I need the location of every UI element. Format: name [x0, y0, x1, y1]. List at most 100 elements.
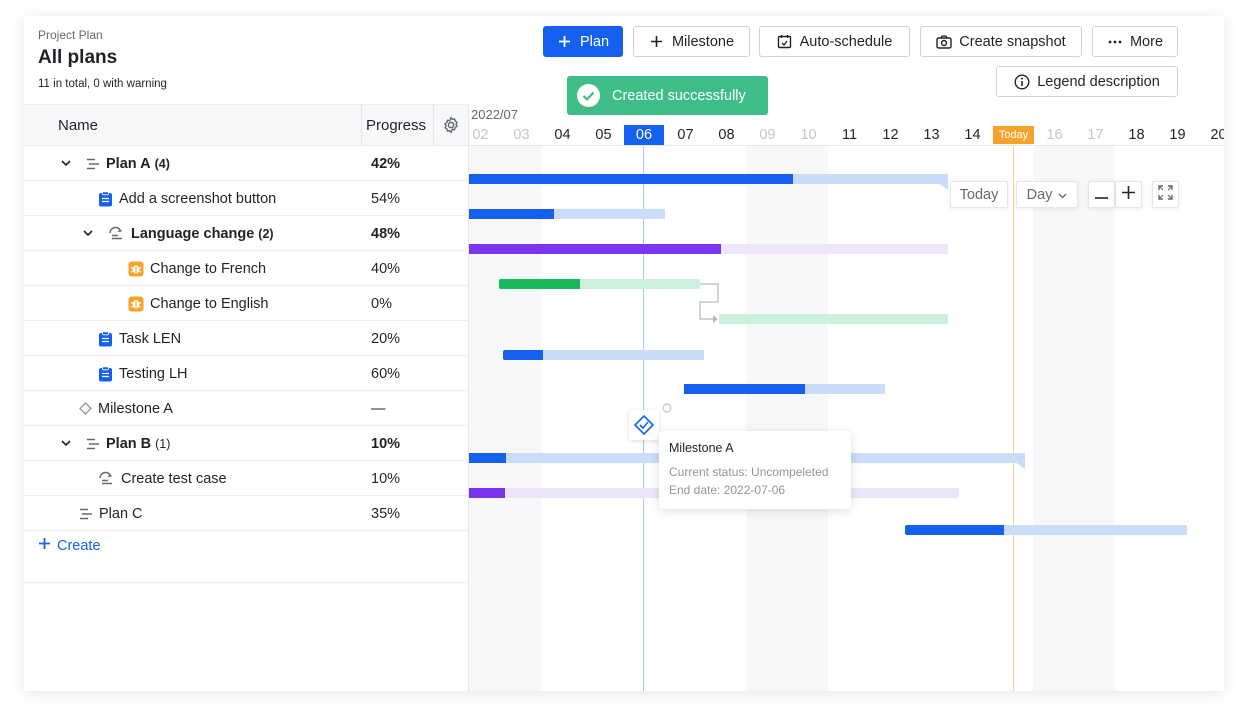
row-name-cell[interactable]: Change to French [128, 251, 266, 286]
gear-icon[interactable] [442, 116, 460, 134]
gantt-bar-language-remaining[interactable] [721, 244, 948, 254]
bug-icon [128, 261, 144, 277]
gantt-bar-french-remaining[interactable] [580, 279, 700, 289]
table-row[interactable]: Language change (2) 48% [24, 216, 469, 251]
gantt-bar-plan-a-remaining[interactable] [793, 174, 948, 184]
fullscreen-button[interactable] [1152, 181, 1179, 208]
row-name-cell[interactable]: Language change (2) [82, 216, 274, 251]
gantt-bar-plan-a-done[interactable] [469, 174, 793, 184]
table-row[interactable]: Change to English 0% [24, 286, 469, 321]
row-name-cell[interactable]: Plan B (1) [60, 426, 170, 461]
milestone-marker[interactable] [629, 410, 659, 440]
row-progress: 20% [371, 330, 401, 347]
gantt-bar-plan-c-done[interactable] [905, 525, 1004, 535]
today-line [1013, 146, 1014, 691]
tooltip-end-date: End date: 2022-07-06 [669, 483, 786, 497]
day-label: 11 [841, 127, 858, 143]
gantt-bar-language-done[interactable] [469, 244, 721, 254]
day-label: 05 [595, 127, 612, 143]
day-label: 12 [882, 127, 899, 143]
table-row[interactable]: Plan A (4) 42% [24, 146, 469, 181]
row-progress: 35% [371, 505, 401, 522]
gantt-bar-plan-b-done[interactable] [469, 453, 506, 463]
gantt-bar-test-case-done[interactable] [469, 488, 505, 498]
table-row[interactable]: Testing LH 60% [24, 356, 469, 391]
plans-summary: 11 in total, 0 with warning [38, 78, 167, 90]
chevron-down-icon[interactable] [60, 158, 72, 170]
row-progress: — [371, 400, 386, 417]
expand-icon [1158, 185, 1173, 204]
camera-icon [936, 34, 952, 50]
row-name: Testing LH [119, 365, 188, 382]
day-label: 02 [472, 127, 489, 143]
time-scale-select[interactable]: Day [1016, 181, 1078, 208]
plan-icon [86, 158, 100, 170]
add-plan-label: Plan [579, 33, 610, 50]
add-milestone-button[interactable]: Milestone [633, 26, 750, 57]
table-row[interactable]: Task LEN 20% [24, 321, 469, 356]
summary-bracket-plan-a [938, 183, 948, 190]
table-row[interactable]: Create test case 10% [24, 461, 469, 496]
column-header-name[interactable]: Name [58, 117, 98, 134]
zoom-in-button[interactable] [1115, 181, 1142, 208]
row-name: Add a screenshot button [119, 190, 277, 207]
chevron-down-icon[interactable] [82, 228, 94, 240]
table-row[interactable]: Plan B (1) 10% [24, 426, 469, 461]
column-header-progress[interactable]: Progress [366, 117, 426, 134]
gantt-bar-screenshot-done[interactable] [469, 209, 554, 219]
row-name-cell[interactable]: Testing LH [98, 356, 188, 391]
gantt-bar-plan-c-remaining[interactable] [1004, 525, 1187, 535]
day-label: 14 [964, 127, 981, 143]
check-circle-icon [577, 84, 600, 107]
gantt-bar-testing-lh-remaining[interactable] [805, 384, 885, 394]
toast-message: Created successfully [612, 87, 746, 104]
plan-icon [86, 438, 100, 450]
page-title: All plans [38, 47, 118, 68]
legend-description-button[interactable]: Legend description [996, 66, 1178, 97]
chevron-down-icon [1058, 187, 1067, 203]
column-divider[interactable] [361, 104, 362, 146]
table-row[interactable]: Milestone A — [24, 391, 469, 426]
create-snapshot-button[interactable]: Create snapshot [920, 26, 1082, 57]
gantt-bar-task-len-done[interactable] [503, 350, 543, 360]
row-name-cell[interactable]: Change to English [128, 286, 269, 321]
row-name-cell[interactable]: Plan A (4) [60, 146, 170, 181]
row-name-cell[interactable]: Create test case [98, 461, 227, 496]
gantt-chart: 2022/07 02 03 04 05 06 07 08 09 10 11 12 13 14 Today 1… [469, 104, 1224, 691]
row-name-cell[interactable]: Milestone A [79, 391, 173, 426]
zoom-out-button[interactable] [1088, 181, 1115, 208]
day-label: 04 [554, 127, 571, 143]
gantt-bar-task-len-remaining[interactable] [543, 350, 704, 360]
milestone-link-handle[interactable] [660, 402, 674, 414]
row-progress: 10% [371, 435, 401, 452]
project-plan-card: Project Plan All plans 11 in total, 0 wi… [24, 16, 1224, 691]
row-name-cell[interactable]: Plan C [79, 496, 143, 531]
row-name-cell[interactable]: Add a screenshot button [98, 181, 276, 216]
more-button[interactable]: More [1092, 26, 1178, 57]
gantt-bar-screenshot-remaining[interactable] [554, 209, 665, 219]
auto-schedule-button[interactable]: Auto-schedule [759, 26, 910, 57]
milestone-tooltip: Milestone A Current status: Uncompeleted… [659, 431, 851, 509]
row-progress: 40% [371, 260, 401, 277]
table-row[interactable]: Plan C 35% [24, 496, 469, 531]
row-name: Task LEN [119, 330, 182, 347]
gantt-bar-french-done[interactable] [499, 279, 580, 289]
table-row[interactable]: Add a screenshot button 54% [24, 181, 469, 216]
row-name: Plan B [106, 435, 152, 452]
gantt-bar-testing-lh-done[interactable] [684, 384, 805, 394]
chevron-down-icon[interactable] [60, 438, 72, 450]
day-label: 13 [923, 127, 940, 143]
dependency-arrow [699, 283, 719, 323]
today-button[interactable]: Today [950, 181, 1008, 208]
create-snapshot-label: Create snapshot [959, 33, 1066, 50]
calendar-schedule-icon [777, 34, 793, 50]
gantt-month-label: 2022/07 [471, 107, 518, 122]
gantt-bar-english-remaining[interactable] [719, 314, 948, 324]
column-divider[interactable] [433, 104, 434, 146]
row-name-cell[interactable]: Task LEN [98, 321, 181, 356]
day-label: 18 [1128, 127, 1145, 143]
table-row[interactable]: Change to French 40% [24, 251, 469, 286]
add-plan-button[interactable]: Plan [543, 26, 623, 57]
minus-icon [1095, 187, 1108, 203]
row-name: Plan A [106, 155, 151, 172]
